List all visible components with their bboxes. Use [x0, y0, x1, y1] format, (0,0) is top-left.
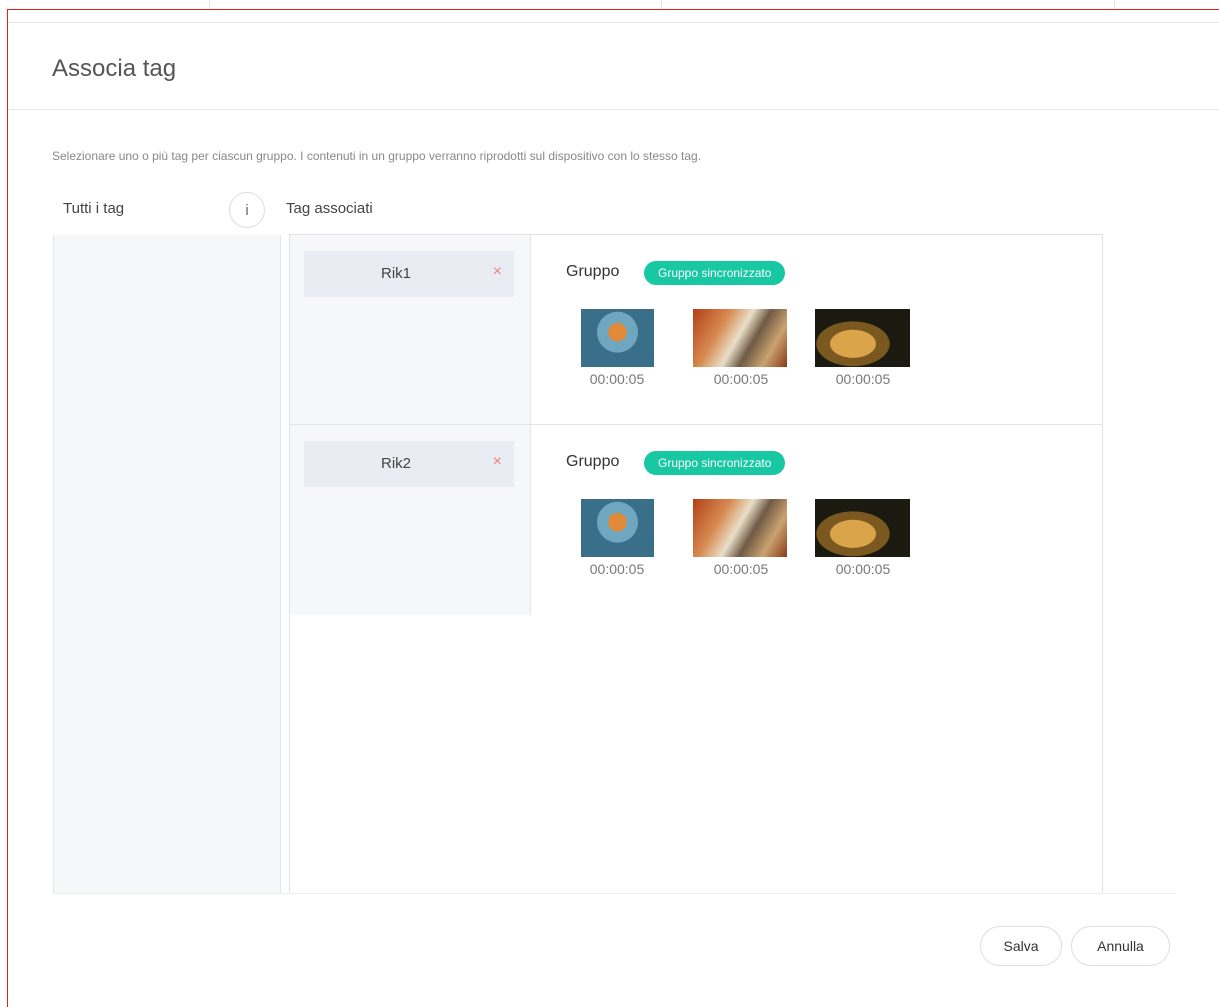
all-tags-label: Tutti i tag — [63, 200, 125, 217]
footer-divider — [53, 893, 1176, 894]
leopard-thumbnail — [815, 309, 910, 367]
associate-tag-dialog: Associa tag Selezionare uno o più tag pe… — [7, 9, 1219, 1007]
remove-icon[interactable]: × — [493, 263, 502, 281]
dialog-description: Selezionare uno o più tag per ciascun gr… — [52, 149, 702, 163]
tiger-thumbnail — [581, 499, 654, 557]
wolf-thumbnail — [693, 499, 787, 557]
associated-tags-panel: Rik1 × Gruppo Gruppo sincronizzato 00:00… — [289, 234, 1103, 894]
wolf-thumbnail — [693, 309, 787, 367]
cancel-button[interactable]: Annulla — [1071, 926, 1170, 966]
sync-status-badge: Gruppo sincronizzato — [644, 261, 786, 285]
associated-tags-label: Tag associati — [286, 200, 373, 217]
group-label: Gruppo — [566, 263, 620, 280]
group-label: Gruppo — [566, 453, 620, 470]
dialog-header: Associa tag — [8, 22, 1219, 110]
media-duration: 00:00:05 — [713, 371, 769, 387]
group-row: Rik1 × Gruppo Gruppo sincronizzato 00:00… — [290, 235, 1102, 425]
tag-chip[interactable]: Rik2 × — [304, 441, 514, 487]
tag-chip[interactable]: Rik1 × — [304, 251, 514, 297]
media-duration: 00:00:05 — [589, 371, 645, 387]
media-duration: 00:00:05 — [589, 561, 645, 577]
all-tags-list[interactable] — [53, 235, 281, 893]
dialog-title: Associa tag — [52, 55, 177, 82]
info-icon[interactable]: i — [229, 192, 265, 228]
leopard-thumbnail — [815, 499, 910, 557]
media-duration: 00:00:05 — [835, 371, 891, 387]
tag-name: Rik2 — [380, 455, 411, 472]
save-button[interactable]: Salva — [980, 926, 1062, 966]
tag-name: Rik1 — [380, 265, 411, 282]
media-duration: 00:00:05 — [713, 561, 769, 577]
sync-status-badge: Gruppo sincronizzato — [644, 451, 786, 475]
tiger-thumbnail — [581, 309, 654, 367]
media-duration: 00:00:05 — [835, 561, 891, 577]
group-row: Rik2 × Gruppo Gruppo sincronizzato 00:00… — [290, 425, 1102, 615]
remove-icon[interactable]: × — [493, 453, 502, 471]
